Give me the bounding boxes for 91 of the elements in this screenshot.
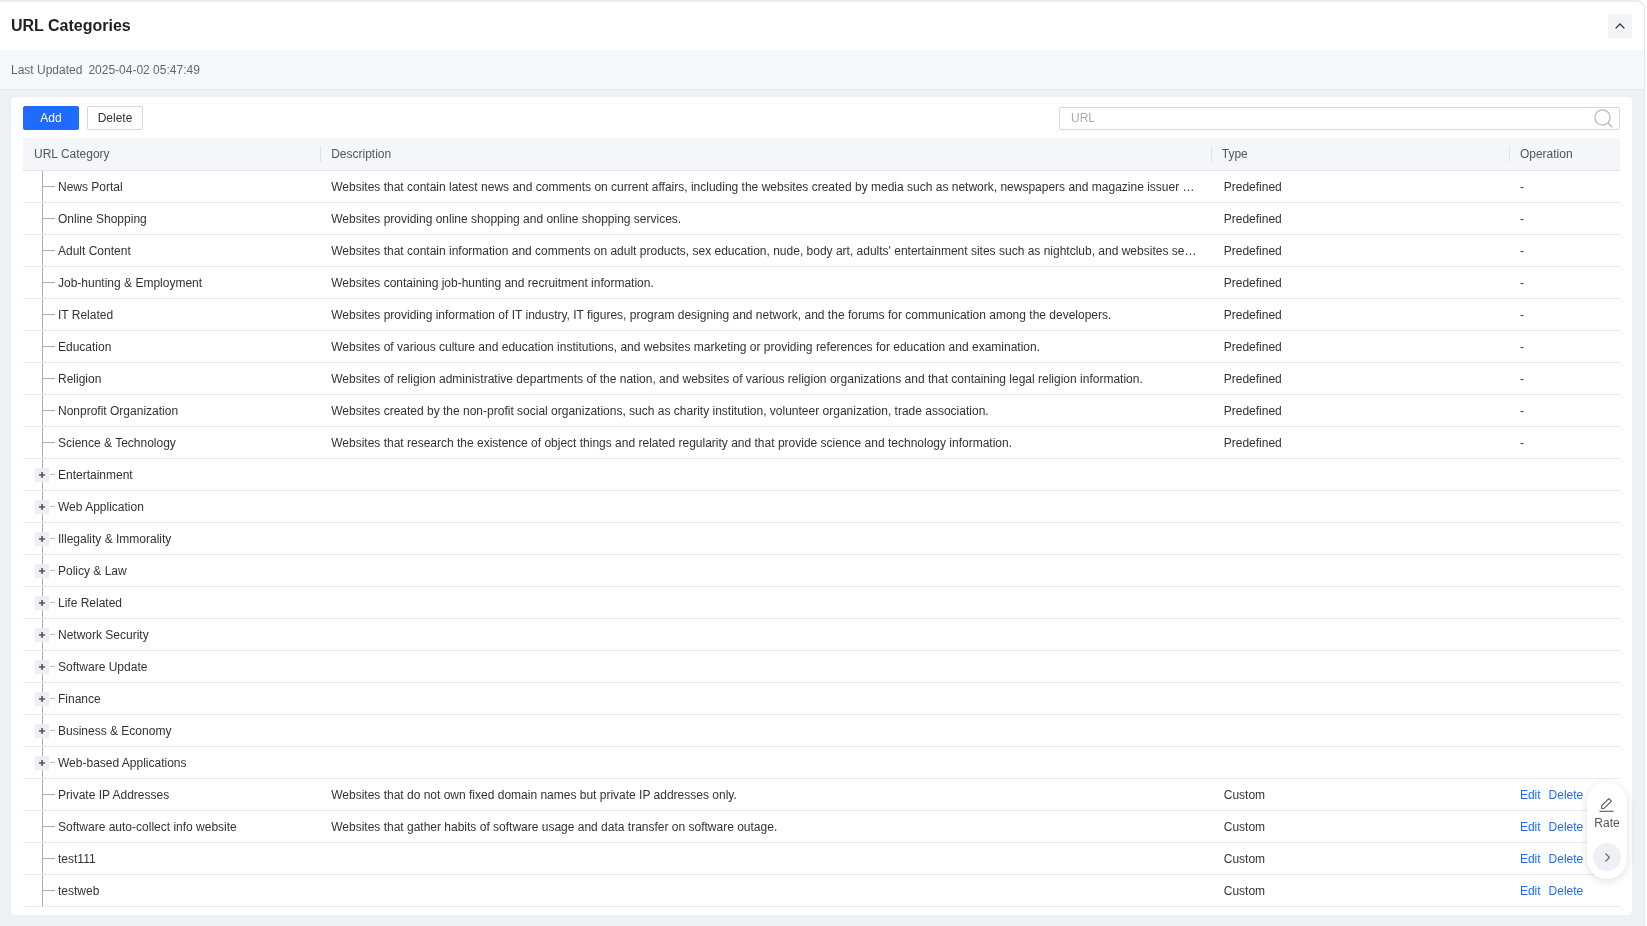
- pencil-icon: [1599, 797, 1615, 812]
- operation-text: -: [1519, 243, 1524, 258]
- action-link[interactable]: Delete: [1548, 883, 1584, 898]
- type-text: Predefined: [1223, 435, 1282, 450]
- chevron-right-icon: [1604, 852, 1610, 862]
- search-field[interactable]: URL: [1059, 106, 1620, 130]
- type-text: Custom: [1223, 851, 1266, 866]
- plus-icon[interactable]: [35, 723, 49, 738]
- category-name: News Portal: [58, 179, 123, 194]
- type-text: Custom: [1223, 819, 1266, 834]
- action-link[interactable]: Edit: [1519, 883, 1541, 898]
- category-name: Policy & Law: [58, 563, 127, 578]
- plus-icon[interactable]: [35, 467, 49, 482]
- category-name: Science & Technology: [58, 435, 176, 450]
- category-name: testweb: [58, 883, 100, 898]
- category-name: IT Related: [58, 307, 114, 322]
- description-text: Websites that contain latest news and comments on current affairs, including the websites created by media such as network, newspapers and magazine issuer …: [331, 179, 1195, 194]
- description-text: Websites that do not own fixed domain names but private IP addresses only.: [331, 787, 737, 802]
- page-title: URL Categories: [11, 17, 131, 35]
- operation-text: -: [1519, 371, 1524, 386]
- description-text: Websites of various culture and education institutions, and websites marketing or providing references for education and examination.: [331, 339, 1040, 354]
- category-name: Business & Economy: [58, 723, 172, 738]
- category-name: Network Security: [58, 627, 149, 642]
- category-name: Web Application: [58, 499, 144, 514]
- operation-text: -: [1519, 403, 1524, 418]
- action-link[interactable]: Edit: [1519, 851, 1541, 866]
- plus-icon[interactable]: [35, 595, 49, 610]
- plus-icon[interactable]: [35, 563, 49, 578]
- type-text: Custom: [1223, 883, 1266, 898]
- operation-text: -: [1519, 339, 1524, 354]
- action-link[interactable]: Delete: [1548, 787, 1584, 802]
- category-name: Religion: [58, 371, 102, 386]
- operation-text: -: [1519, 307, 1524, 322]
- rate-button[interactable]: Rate: [1594, 797, 1620, 830]
- toggle-button[interactable]: [1593, 843, 1621, 871]
- delete-button[interactable]: Delete: [87, 106, 143, 130]
- collapse-button[interactable]: [1608, 14, 1632, 38]
- category-name: Software auto-collect info website: [58, 819, 237, 834]
- category-name: Adult Content: [58, 243, 131, 258]
- type-text: Predefined: [1223, 339, 1282, 354]
- chevron-up-icon: [1615, 23, 1625, 29]
- category-name: Private IP Addresses: [58, 787, 170, 802]
- category-name: Web-based Applications: [58, 755, 187, 770]
- type-text: Predefined: [1223, 211, 1282, 226]
- plus-icon[interactable]: [35, 659, 49, 674]
- category-name: Education: [58, 339, 112, 354]
- type-text: Predefined: [1223, 371, 1282, 386]
- description-text: Websites that contain information and comments on adult products, sex education, nude, body art, adults' entertainment sites such as nightclub, and websites se…: [331, 243, 1197, 258]
- plus-icon[interactable]: [35, 627, 49, 642]
- description-text: Websites containing job-hunting and recruitment information.: [331, 275, 654, 290]
- operation-text: -: [1519, 179, 1524, 194]
- action-link[interactable]: Edit: [1519, 787, 1541, 802]
- category-name: Finance: [58, 691, 101, 706]
- type-text: Custom: [1223, 787, 1266, 802]
- search-icon: [1594, 108, 1613, 128]
- last-updated-label: Last Updated: [11, 62, 83, 77]
- plus-icon[interactable]: [35, 531, 49, 546]
- plus-icon[interactable]: [35, 755, 49, 770]
- column-header: Description: [320, 138, 1211, 171]
- operation-text: -: [1519, 435, 1524, 450]
- type-text: Predefined: [1223, 179, 1282, 194]
- operation-text: -: [1519, 211, 1524, 226]
- operation-text: -: [1519, 275, 1524, 290]
- type-text: Predefined: [1223, 403, 1282, 418]
- category-name: test111: [58, 851, 96, 866]
- description-text: Websites that research the existence of object things and related regularity and that provide science and technology information.: [331, 435, 1013, 450]
- last-updated-value: 2025-04-02 05:47:49: [88, 62, 200, 77]
- type-text: Predefined: [1223, 275, 1282, 290]
- column-header: Operation: [1508, 138, 1620, 171]
- category-name: Life Related: [58, 595, 123, 610]
- category-name: Entertainment: [58, 467, 133, 482]
- description-text: Websites of religion administrative departments of the nation, and websites of various religion organizations and that containing legal religion information.: [331, 371, 1143, 386]
- description-text: Websites created by the non-profit social organizations, such as charity institution, volunteer organization, trade association.: [331, 403, 989, 418]
- description-text: Websites that gather habits of software usage and data transfer on software outage.: [331, 819, 778, 834]
- plus-icon[interactable]: [35, 499, 49, 514]
- description-text: Websites providing information of IT industry, IT figures, program designing and network, and the forums for communication among the developers.: [331, 307, 1112, 322]
- category-name: Software Update: [58, 659, 148, 674]
- category-name: Job-hunting & Employment: [58, 275, 203, 290]
- plus-icon[interactable]: [35, 691, 49, 706]
- action-link[interactable]: Delete: [1548, 819, 1584, 834]
- category-name: Illegality & Immorality: [58, 531, 172, 546]
- column-header: URL Category: [23, 138, 321, 171]
- action-link[interactable]: Delete: [1548, 851, 1584, 866]
- action-link[interactable]: Edit: [1519, 819, 1541, 834]
- type-text: Predefined: [1223, 307, 1282, 322]
- column-header: Type: [1210, 138, 1509, 171]
- add-button[interactable]: Add: [23, 106, 79, 130]
- category-name: Nonprofit Organization: [58, 403, 179, 418]
- type-text: Predefined: [1223, 243, 1282, 258]
- description-text: Websites providing online shopping and online shopping services.: [331, 211, 682, 226]
- category-name: Online Shopping: [58, 211, 147, 226]
